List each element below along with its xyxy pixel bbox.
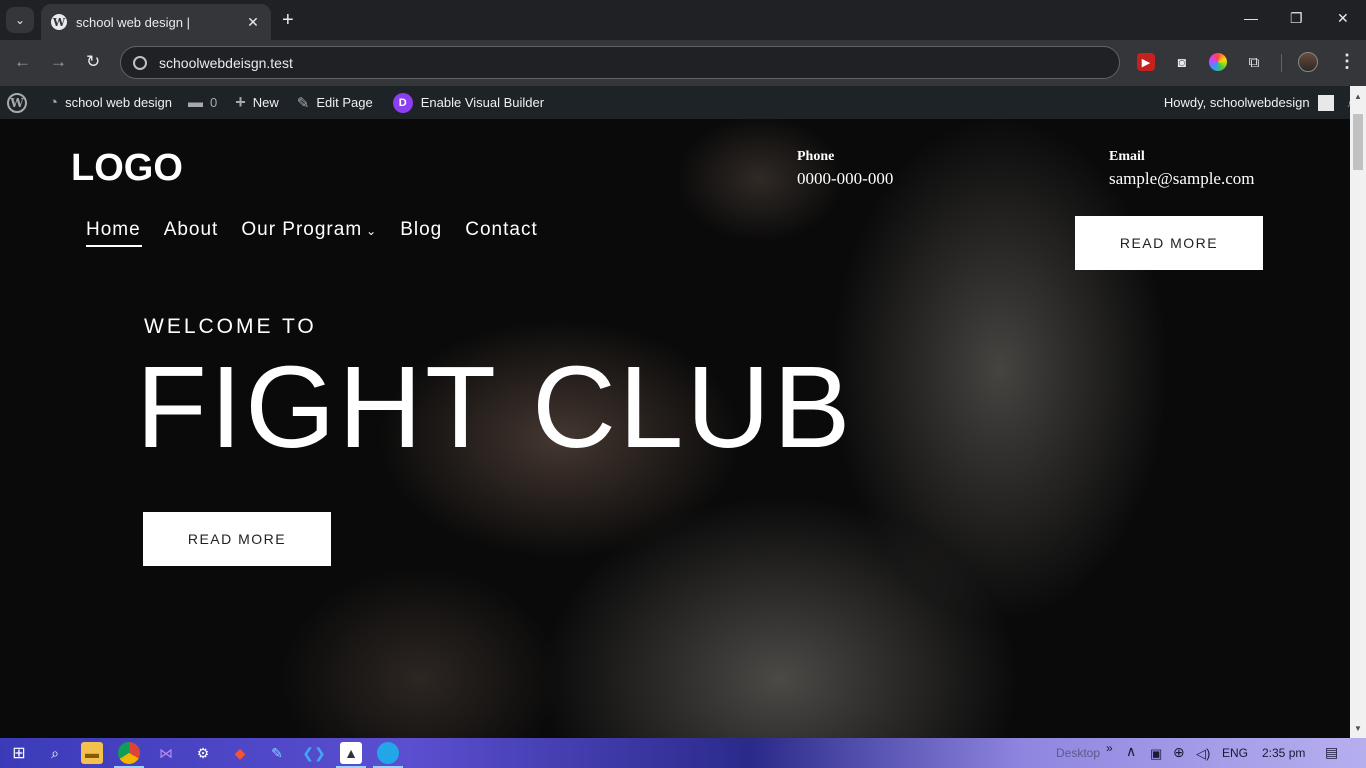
windows-start-icon[interactable]: ⊞ — [8, 742, 30, 764]
browser-tab[interactable]: W school web design | ✕ — [41, 4, 271, 40]
plus-icon: + — [235, 92, 246, 112]
puzzle-extensions-icon[interactable]: ⧉ — [1245, 53, 1263, 71]
visual-builder-label: Enable Visual Builder — [420, 95, 545, 110]
restore-button[interactable]: ❐ — [1290, 10, 1303, 27]
chevron-up-icon[interactable]: ∧ — [1126, 743, 1136, 760]
admin-bar-secondary: Howdy, schoolwebdesign ⌕ — [1156, 86, 1366, 119]
email-label: Email — [1109, 149, 1145, 164]
nav-our-program-label: Our Program — [241, 219, 363, 240]
site-name-label: school web design — [65, 95, 173, 110]
reload-icon[interactable]: ↻ — [86, 52, 100, 72]
site-name-menu[interactable]: ◔ school web design — [35, 86, 180, 119]
wp-logo-menu[interactable]: W — [0, 86, 35, 119]
tab-close-icon[interactable]: ✕ — [245, 14, 261, 31]
tool-app-icon[interactable]: ✎ — [266, 742, 288, 764]
address-bar[interactable]: schoolwebdeisgn.test — [120, 46, 1120, 79]
wordpress-logo-icon: W — [7, 92, 27, 113]
howdy-label: Howdy, schoolwebdesign — [1163, 95, 1310, 110]
nav-blog[interactable]: Blog — [400, 219, 442, 247]
meet-now-icon[interactable]: ▣ — [1150, 746, 1162, 762]
camera-extension-icon[interactable]: ◙ — [1173, 53, 1191, 71]
scroll-down-arrow-icon[interactable]: ▼ — [1354, 724, 1362, 733]
edit-page-label: Edit Page — [316, 95, 373, 110]
comment-bubble-icon: ▬ — [188, 94, 204, 111]
hero-read-more-button[interactable]: READ MORE — [143, 512, 331, 566]
comments-count: 0 — [210, 95, 218, 110]
main-navigation: Home About Our Program ⌄ Blog Contact — [86, 219, 561, 247]
edge-app-icon[interactable] — [377, 742, 399, 764]
hero-section: LOGO Phone 0000-000-000 Email sample@sam… — [0, 119, 1350, 738]
brave-browser-icon[interactable]: ◆ — [229, 742, 251, 764]
divi-logo-icon: D — [392, 92, 413, 113]
photos-icon[interactable]: ▲ — [340, 742, 362, 764]
tab-title: school web design | — [76, 14, 190, 30]
browser-menu-icon[interactable]: ⋮ — [1338, 51, 1356, 72]
new-tab-button[interactable]: + — [282, 9, 294, 31]
scrollbar-thumb[interactable] — [1353, 114, 1363, 170]
visual-builder-link[interactable]: D Enable Visual Builder — [381, 86, 552, 119]
window-close-button[interactable]: ✕ — [1337, 10, 1349, 27]
pencil-icon: ✎ — [296, 94, 310, 112]
wordpress-favicon-icon: W — [51, 14, 67, 30]
windows-taskbar: ⊞ ⌕ ▬ ⋈ ⚙ ◆ ✎ ❮❯ ▲ Desktop » ∧ ▣ ⊕ ◁) EN… — [0, 738, 1366, 768]
page-scrollbar[interactable]: ▲ ▼ — [1350, 86, 1366, 738]
forward-arrow-icon[interactable]: → — [50, 52, 67, 72]
dashboard-gauge-icon: ◔ — [49, 94, 59, 111]
profile-avatar[interactable] — [1298, 52, 1318, 72]
header-read-more-button[interactable]: READ MORE — [1075, 216, 1263, 270]
toolbar-divider — [1281, 54, 1282, 72]
nav-contact[interactable]: Contact — [465, 219, 537, 247]
tab-search-button[interactable]: ⌄ — [6, 7, 34, 33]
edit-page-link[interactable]: ✎ Edit Page — [287, 86, 381, 119]
browser-toolbar: ← → ↻ schoolwebdeisgn.test ▶ ◙ ⧉ ⋮ — [0, 40, 1366, 86]
nav-home[interactable]: Home — [86, 219, 142, 247]
desktop-toolbar-label[interactable]: Desktop — [1056, 746, 1100, 760]
back-arrow-icon[interactable]: ← — [14, 52, 31, 72]
nav-our-program[interactable]: Our Program ⌄ — [241, 219, 377, 247]
url-text: schoolwebdeisgn.test — [159, 54, 293, 71]
chevron-double-icon[interactable]: » — [1106, 741, 1113, 755]
chrome-icon[interactable] — [118, 742, 140, 764]
hero-title: FIGHT CLUB — [136, 342, 854, 472]
comments-menu[interactable]: ▬ 0 — [180, 86, 225, 119]
notification-icon[interactable]: ▤ — [1325, 744, 1338, 761]
minimize-button[interactable]: — — [1244, 10, 1258, 26]
browser-tab-bar: ⌄ W school web design | ✕ + — ❐ ✕ — [0, 0, 1366, 40]
scroll-up-arrow-icon[interactable]: ▲ — [1354, 92, 1362, 101]
chevron-down-icon: ⌄ — [14, 13, 26, 27]
chevron-down-icon: ⌄ — [366, 224, 378, 238]
volume-icon[interactable]: ◁) — [1196, 746, 1210, 762]
account-menu[interactable]: Howdy, schoolwebdesign — [1156, 86, 1348, 119]
phone-label: Phone — [797, 149, 835, 164]
new-label: New — [252, 95, 279, 110]
network-globe-icon[interactable]: ⊕ — [1173, 744, 1185, 761]
site-info-icon[interactable] — [133, 55, 147, 70]
color-picker-extension-icon[interactable] — [1209, 53, 1227, 71]
visual-studio-icon[interactable]: ⋈ — [155, 742, 177, 764]
nav-about[interactable]: About — [164, 219, 219, 247]
recorder-extension-icon[interactable]: ▶ — [1137, 53, 1155, 71]
vscode-icon[interactable]: ❮❯ — [302, 742, 325, 764]
wp-admin-bar: W ◔ school web design ▬ 0 + New ✎ Edit P… — [0, 86, 1366, 119]
language-indicator[interactable]: ENG — [1222, 746, 1248, 760]
welcome-text: WELCOME TO — [144, 315, 317, 338]
site-logo[interactable]: LOGO — [71, 147, 183, 190]
file-explorer-icon[interactable]: ▬ — [81, 742, 103, 764]
search-icon[interactable]: ⌕ — [44, 742, 66, 764]
new-content-menu[interactable]: + New — [225, 86, 287, 119]
clock[interactable]: 2:35 pm — [1262, 746, 1305, 760]
email-value: sample@sample.com — [1109, 169, 1255, 188]
phone-value: 0000-000-000 — [797, 169, 894, 188]
settings-gear-icon[interactable]: ⚙ — [192, 742, 214, 764]
user-avatar — [1317, 94, 1334, 111]
